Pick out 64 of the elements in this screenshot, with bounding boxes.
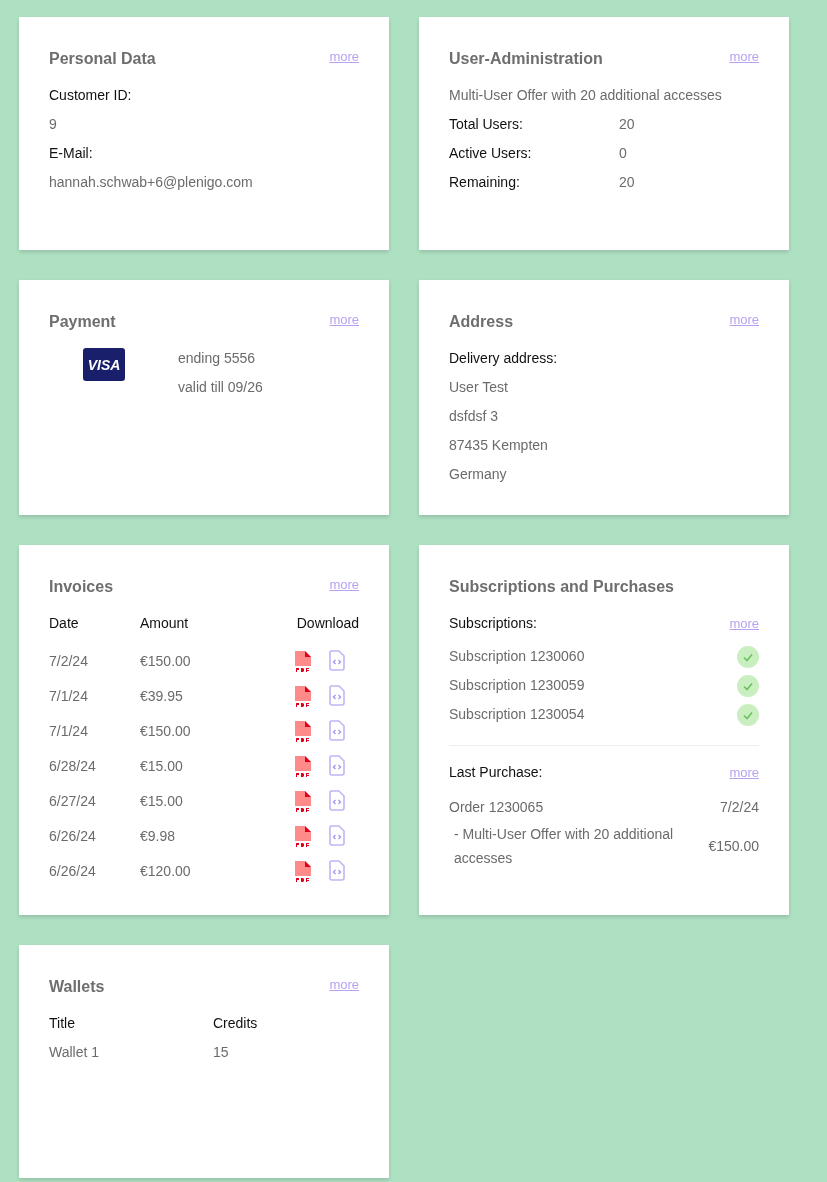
offer-text: Multi-User Offer with 20 additional accesses [449,86,723,105]
invoice-date: 7/1/24 [49,687,89,706]
more-link[interactable]: more [329,577,359,593]
field-label: E-Mail: [49,144,94,163]
invoice-date: 6/27/24 [49,792,97,811]
more-link[interactable]: more [329,977,359,993]
card-validity: valid till 09/26 [178,378,264,397]
invoice-amount: €15.00 [140,792,184,811]
invoice-amount: €150.00 [140,722,192,741]
visa-card-logo: VISA [83,348,125,381]
card-title: Address [449,312,514,332]
address-line: dsfdsf 3 [449,407,500,426]
address-label: Delivery address: [449,349,559,368]
more-link[interactable]: more [729,312,759,328]
card-title: Wallets [49,977,105,997]
invoice-date: 6/26/24 [49,827,97,846]
invoice-amount: €39.95 [140,687,184,706]
invoice-amount: €120.00 [140,862,192,881]
stat-value: 20 [619,173,636,192]
more-link[interactable]: more [729,615,759,632]
more-link[interactable]: more [729,49,759,65]
order-item: - Multi-User Offer with 20 additional accesses [453,825,675,868]
wallet-title: Wallet 1 [49,1043,101,1062]
address-line: 87435 Kempten [449,436,549,455]
order-name: Order 1230065 [449,798,545,817]
card-title: Invoices [49,577,114,597]
more-link[interactable]: more [329,49,359,65]
last-purchase-label: Last Purchase: [449,763,543,782]
address-line: User Test [449,378,509,397]
stat-label: Total Users: [449,115,524,134]
invoice-date: 6/28/24 [49,757,97,776]
more-link[interactable]: more [729,764,759,781]
stat-value: 0 [619,144,628,163]
invoice-amount: €9.98 [140,827,177,846]
invoice-date: 7/1/24 [49,722,89,741]
address-line: Germany [449,465,508,484]
subscriptions-label: Subscriptions: [449,614,537,633]
field-value: hannah.schwab+6@plenigo.com [49,173,254,192]
column-header: Amount [140,614,190,633]
subscription-name: Subscription 1230060 [449,647,586,666]
order-price: €150.00 [707,836,759,856]
wallet-credits: 15 [213,1043,230,1062]
field-label: Customer ID: [49,86,133,105]
column-header: Credits [213,1014,259,1033]
card-title: Personal Data [49,49,156,69]
more-link[interactable]: more [329,312,359,328]
stat-label: Active Users: [449,144,533,163]
invoice-date: 6/26/24 [49,862,97,881]
column-header: Title [49,1014,76,1033]
order-date: 7/2/24 [720,798,759,817]
column-header: Date [49,614,80,633]
field-value: 9 [49,115,58,134]
card-ending: ending 5556 [178,349,257,368]
subscription-name: Subscription 1230059 [449,676,586,695]
card-title: Subscriptions and Purchases [449,577,674,597]
invoice-amount: €150.00 [140,652,192,671]
stat-label: Remaining: [449,173,521,192]
invoice-date: 7/2/24 [49,652,89,671]
stat-value: 20 [619,115,636,134]
column-header: Download [296,614,359,633]
card-title: Payment [49,312,116,332]
card-title: User-Administration [449,49,603,69]
subscription-name: Subscription 1230054 [449,705,586,724]
invoice-amount: €15.00 [140,757,184,776]
